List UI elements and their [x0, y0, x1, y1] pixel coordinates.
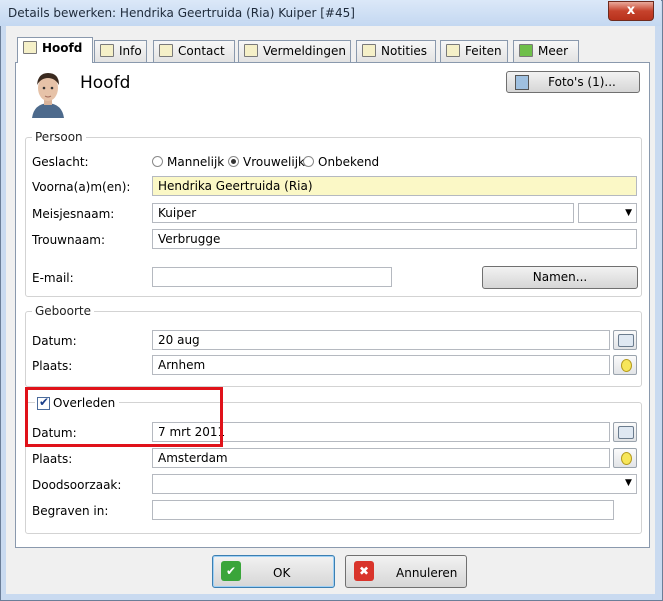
geboorte-datum-label: Datum:: [32, 334, 77, 348]
info-card-icon: [100, 44, 114, 57]
meisjesnaam-prefix-select[interactable]: ▼: [578, 203, 637, 223]
geboorte-group-label: Geboorte: [32, 304, 95, 318]
tab-info[interactable]: Info: [94, 40, 147, 62]
tab-contact[interactable]: Contact: [153, 40, 235, 62]
tab-label: Info: [119, 44, 142, 58]
tab-notities[interactable]: Notities: [356, 40, 436, 62]
plus-icon: [519, 44, 533, 57]
title-bar[interactable]: Details bewerken: Hendrika Geertruida (R…: [0, 0, 661, 26]
email-field[interactable]: [152, 267, 392, 287]
radio-vrouwelijk-label: Vrouwelijk: [243, 155, 305, 169]
tab-label: Vermeldingen: [263, 44, 346, 58]
calendar-icon: [618, 426, 634, 439]
doodsoorzaak-select[interactable]: [152, 474, 637, 494]
calendar-icon: [618, 334, 634, 347]
tab-label: Notities: [381, 44, 428, 58]
place-lookup-button[interactable]: [613, 448, 637, 468]
geslacht-label: Geslacht:: [32, 155, 89, 169]
meisjesnaam-field[interactable]: Kuiper: [152, 203, 574, 223]
calendar-button[interactable]: [613, 422, 637, 442]
overleden-plaats-label: Plaats:: [32, 452, 73, 466]
namen-button[interactable]: Namen...: [482, 266, 638, 289]
ok-button[interactable]: ✔ OK: [212, 555, 335, 588]
page-title: Hoofd: [80, 73, 131, 93]
doodsoorzaak-label: Doodsoorzaak:: [32, 478, 122, 492]
close-button[interactable]: x: [608, 1, 654, 21]
tab-feiten[interactable]: Feiten: [440, 40, 508, 62]
trouwnaam-label: Trouwnaam:: [32, 233, 106, 247]
tab-label: Feiten: [465, 44, 502, 58]
facts-icon: [446, 44, 460, 57]
calendar-button[interactable]: [613, 330, 637, 350]
radio-mannelijk-label: Mannelijk: [167, 155, 225, 169]
email-label: E-mail:: [32, 271, 74, 285]
geboorte-plaats-field[interactable]: Arnhem: [152, 355, 610, 375]
window-title: Details bewerken: Hendrika Geertruida (R…: [8, 6, 355, 20]
begraven-field[interactable]: [152, 500, 614, 520]
dropdown-arrow-icon: ▼: [625, 478, 632, 488]
cancel-button[interactable]: ✖ Annuleren: [345, 555, 467, 588]
tab-hoofd[interactable]: Hoofd: [17, 37, 93, 63]
ok-button-label: OK: [273, 566, 291, 580]
photo-icon: [515, 75, 529, 90]
trouwnaam-field[interactable]: Verbrugge: [152, 229, 637, 249]
geboorte-plaats-label: Plaats:: [32, 359, 73, 373]
begraven-label: Begraven in:: [32, 504, 109, 518]
radio-vrouwelijk[interactable]: [228, 156, 239, 167]
tab-meer[interactable]: Meer: [513, 40, 579, 62]
radio-mannelijk[interactable]: [152, 156, 163, 167]
photos-button-label: Foto's (1)...: [548, 75, 616, 89]
dropdown-arrow-icon: ▼: [625, 208, 632, 218]
tab-label: Contact: [178, 44, 225, 58]
tab-vermeldingen[interactable]: Vermeldingen: [238, 40, 351, 62]
voornamen-field[interactable]: Hendrika Geertruida (Ria): [152, 176, 637, 196]
lightbulb-icon: [621, 452, 632, 465]
avatar: [28, 68, 68, 118]
lightbulb-icon: [621, 359, 632, 372]
radio-onbekend-label: Onbekend: [318, 155, 380, 169]
tab-label: Meer: [538, 44, 569, 58]
tab-label: Hoofd: [42, 41, 83, 55]
overleden-plaats-field[interactable]: Amsterdam: [152, 448, 610, 468]
voornamen-label: Voorna(a)m(en):: [32, 180, 131, 194]
person-card-icon: [23, 41, 37, 54]
check-icon: ✔: [221, 561, 241, 581]
photos-button[interactable]: Foto's (1)...: [506, 71, 640, 93]
house-icon: [159, 44, 173, 57]
cross-icon: ✖: [354, 561, 374, 581]
persoon-group-label: Persoon: [32, 130, 86, 144]
meisjesnaam-label: Meisjesnaam:: [32, 207, 115, 221]
geboorte-datum-field[interactable]: 20 aug: [152, 330, 610, 350]
mentions-icon: [244, 44, 258, 57]
cancel-button-label: Annuleren: [396, 566, 458, 580]
note-icon: [362, 44, 376, 57]
highlight-box: [25, 387, 223, 447]
radio-onbekend[interactable]: [303, 156, 314, 167]
place-lookup-button[interactable]: [613, 355, 637, 375]
